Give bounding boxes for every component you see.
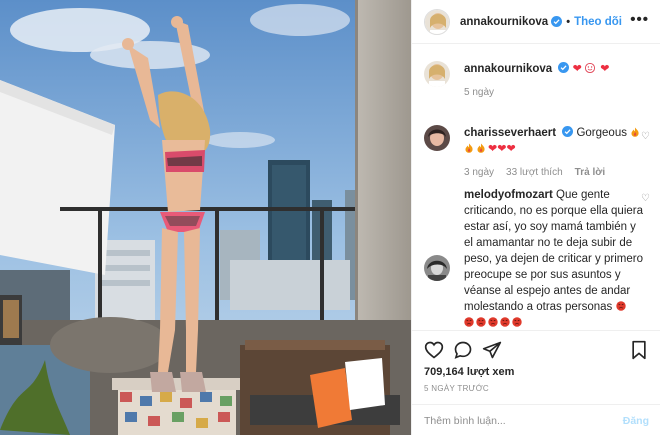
caption-item: annakournikova ❤ ❤ 5 ngày: [424, 61, 654, 98]
comment-item: melodyofmozart Que gente criticando, no …: [424, 187, 654, 330]
post-comment-button[interactable]: Đăng: [623, 415, 649, 427]
post-sidebar: annakournikova • Theo dõi ••• annakourni…: [411, 0, 660, 435]
post-timestamp[interactable]: 5 NGÀY TRƯỚC: [424, 384, 489, 393]
avatar[interactable]: [424, 61, 450, 87]
caption-meta: 5 ngày: [464, 87, 654, 98]
heart-emoji-icon: ❤: [506, 143, 516, 155]
comment-text: melodyofmozart Que gente criticando, no …: [464, 187, 644, 330]
verified-badge-icon: [562, 126, 574, 137]
comment-like-icon[interactable]: ♡: [641, 193, 650, 204]
comments-list[interactable]: annakournikova ❤ ❤ 5 ngày charisseverhae…: [412, 45, 660, 330]
comment-body: Que gente criticando, no es porque ella …: [464, 189, 644, 313]
caption-time[interactable]: 5 ngày: [464, 87, 494, 98]
comment-item: charisseverhaert Gorgeous ❤❤❤ 3 ngày 33 …: [424, 125, 654, 178]
verified-badge-icon: [551, 16, 563, 27]
angry-face-icon: [488, 317, 498, 327]
comment-composer: Đăng: [412, 404, 660, 435]
bookmark-icon[interactable]: [629, 340, 649, 360]
angry-face-icon: [500, 317, 510, 327]
smiling-face-icon: [585, 63, 596, 73]
follow-button[interactable]: Theo dõi: [574, 16, 622, 28]
angry-face-icon: [476, 317, 486, 327]
angry-face-icon: [512, 317, 522, 327]
caption-username[interactable]: annakournikova: [464, 63, 552, 75]
like-heart-icon[interactable]: [424, 340, 444, 360]
comment-input[interactable]: [424, 413, 614, 429]
view-count[interactable]: 709,164 lượt xem: [424, 366, 514, 378]
verified-badge-icon: [558, 62, 570, 73]
reply-button[interactable]: Trả lời: [575, 167, 605, 178]
comment-like-icon[interactable]: ♡: [641, 131, 650, 142]
heart-emoji-icon: ❤: [488, 143, 498, 155]
heart-emoji-icon: ❤: [572, 63, 582, 75]
fire-emoji-icon: [465, 143, 473, 153]
more-options-icon[interactable]: •••: [630, 12, 649, 27]
video-frame: [0, 0, 411, 435]
author-username[interactable]: annakournikova: [460, 16, 548, 28]
fire-emoji-icon: [477, 143, 485, 153]
comment-body: Gorgeous: [576, 127, 627, 139]
fire-emoji-icon: [631, 127, 639, 137]
comment-text: charisseverhaert Gorgeous ❤❤❤: [464, 125, 644, 157]
comment-bubble-icon[interactable]: [453, 340, 473, 360]
comment-meta: 3 ngày 33 lượt thích Trả lời: [464, 167, 654, 178]
comment-likes[interactable]: 33 lượt thích: [506, 167, 563, 178]
share-send-icon[interactable]: [482, 340, 502, 360]
comment-username[interactable]: charisseverhaert: [464, 127, 556, 139]
avatar[interactable]: [424, 8, 450, 35]
heart-emoji-icon: ❤: [600, 63, 610, 75]
angry-face-icon: [615, 301, 626, 311]
post-header: annakournikova • Theo dõi •••: [412, 0, 660, 44]
separator-dot: •: [566, 15, 571, 28]
comment-username[interactable]: melodyofmozart: [464, 189, 553, 201]
angry-face-icon: [464, 317, 474, 327]
post-video[interactable]: [0, 0, 411, 435]
caption-text: annakournikova ❤ ❤: [464, 61, 644, 77]
action-bar: [412, 330, 660, 366]
avatar[interactable]: [424, 125, 450, 151]
avatar[interactable]: [424, 255, 450, 281]
comment-time[interactable]: 3 ngày: [464, 167, 494, 178]
